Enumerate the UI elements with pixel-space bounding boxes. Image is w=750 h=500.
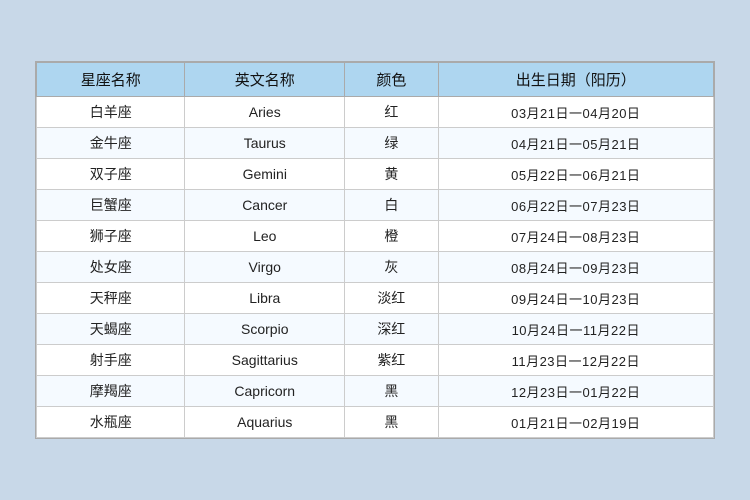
cell-color: 绿 <box>345 128 438 159</box>
table-row: 金牛座Taurus绿04月21日一05月21日 <box>37 128 714 159</box>
cell-dates: 05月22日一06月21日 <box>438 159 713 190</box>
cell-chinese-name: 处女座 <box>37 252 185 283</box>
table-row: 巨蟹座Cancer白06月22日一07月23日 <box>37 190 714 221</box>
table-body: 白羊座Aries红03月21日一04月20日金牛座Taurus绿04月21日一0… <box>37 97 714 438</box>
cell-english-name: Cancer <box>185 190 345 221</box>
cell-english-name: Aquarius <box>185 407 345 438</box>
table-row: 摩羯座Capricorn黑12月23日一01月22日 <box>37 376 714 407</box>
cell-english-name: Virgo <box>185 252 345 283</box>
cell-chinese-name: 双子座 <box>37 159 185 190</box>
table-row: 狮子座Leo橙07月24日一08月23日 <box>37 221 714 252</box>
cell-dates: 03月21日一04月20日 <box>438 97 713 128</box>
cell-dates: 04月21日一05月21日 <box>438 128 713 159</box>
cell-english-name: Sagittarius <box>185 345 345 376</box>
cell-chinese-name: 金牛座 <box>37 128 185 159</box>
cell-color: 白 <box>345 190 438 221</box>
cell-chinese-name: 巨蟹座 <box>37 190 185 221</box>
cell-color: 灰 <box>345 252 438 283</box>
cell-dates: 08月24日一09月23日 <box>438 252 713 283</box>
table-row: 处女座Virgo灰08月24日一09月23日 <box>37 252 714 283</box>
cell-english-name: Leo <box>185 221 345 252</box>
zodiac-table: 星座名称 英文名称 颜色 出生日期（阳历） 白羊座Aries红03月21日一04… <box>36 62 714 438</box>
cell-color: 红 <box>345 97 438 128</box>
header-color: 颜色 <box>345 63 438 97</box>
cell-dates: 01月21日一02月19日 <box>438 407 713 438</box>
cell-chinese-name: 摩羯座 <box>37 376 185 407</box>
table-row: 天蝎座Scorpio深红10月24日一11月22日 <box>37 314 714 345</box>
table-row: 射手座Sagittarius紫红11月23日一12月22日 <box>37 345 714 376</box>
cell-dates: 09月24日一10月23日 <box>438 283 713 314</box>
cell-dates: 11月23日一12月22日 <box>438 345 713 376</box>
cell-chinese-name: 狮子座 <box>37 221 185 252</box>
cell-dates: 06月22日一07月23日 <box>438 190 713 221</box>
zodiac-table-container: 星座名称 英文名称 颜色 出生日期（阳历） 白羊座Aries红03月21日一04… <box>35 61 715 439</box>
cell-color: 黑 <box>345 376 438 407</box>
cell-chinese-name: 天秤座 <box>37 283 185 314</box>
cell-english-name: Gemini <box>185 159 345 190</box>
table-header-row: 星座名称 英文名称 颜色 出生日期（阳历） <box>37 63 714 97</box>
cell-color: 深红 <box>345 314 438 345</box>
cell-color: 黄 <box>345 159 438 190</box>
header-chinese-name: 星座名称 <box>37 63 185 97</box>
cell-chinese-name: 天蝎座 <box>37 314 185 345</box>
cell-english-name: Libra <box>185 283 345 314</box>
cell-dates: 12月23日一01月22日 <box>438 376 713 407</box>
cell-english-name: Aries <box>185 97 345 128</box>
cell-color: 橙 <box>345 221 438 252</box>
cell-dates: 10月24日一11月22日 <box>438 314 713 345</box>
header-dates: 出生日期（阳历） <box>438 63 713 97</box>
cell-dates: 07月24日一08月23日 <box>438 221 713 252</box>
table-row: 水瓶座Aquarius黑01月21日一02月19日 <box>37 407 714 438</box>
cell-chinese-name: 白羊座 <box>37 97 185 128</box>
cell-color: 黑 <box>345 407 438 438</box>
cell-chinese-name: 水瓶座 <box>37 407 185 438</box>
cell-color: 淡红 <box>345 283 438 314</box>
cell-color: 紫红 <box>345 345 438 376</box>
table-row: 双子座Gemini黄05月22日一06月21日 <box>37 159 714 190</box>
cell-english-name: Scorpio <box>185 314 345 345</box>
table-row: 白羊座Aries红03月21日一04月20日 <box>37 97 714 128</box>
cell-chinese-name: 射手座 <box>37 345 185 376</box>
cell-english-name: Taurus <box>185 128 345 159</box>
cell-english-name: Capricorn <box>185 376 345 407</box>
table-row: 天秤座Libra淡红09月24日一10月23日 <box>37 283 714 314</box>
header-english-name: 英文名称 <box>185 63 345 97</box>
